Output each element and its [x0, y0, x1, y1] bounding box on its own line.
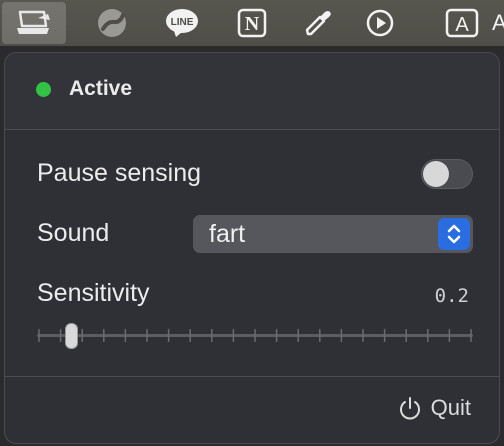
- trend-icon[interactable]: [88, 0, 136, 46]
- quit-button[interactable]: Quit: [397, 395, 471, 421]
- status-popover: Active Pause sensing Sound fart Sensitiv…: [4, 52, 500, 444]
- sensitivity-slider[interactable]: [37, 321, 473, 351]
- menubar-trailing-item[interactable]: A: [492, 0, 504, 46]
- notion-icon[interactable]: N: [228, 0, 276, 46]
- menubar-trailing-text: A: [492, 10, 504, 35]
- sensitivity-value: 0.2: [434, 285, 469, 307]
- quit-label: Quit: [430, 395, 471, 420]
- sound-label: Sound: [37, 219, 110, 247]
- header-divider: [5, 129, 499, 130]
- pause-sensing-toggle[interactable]: [421, 159, 473, 189]
- popover-header: Active: [5, 53, 499, 129]
- notion-icon-label: N: [245, 13, 260, 35]
- line-icon[interactable]: LINE: [158, 0, 206, 46]
- line-icon-label: LINE: [171, 17, 194, 28]
- input-source-label: A: [455, 14, 469, 36]
- power-icon: [399, 397, 420, 420]
- sensitivity-label: Sensitivity: [37, 279, 150, 307]
- sound-select-value: fart: [209, 220, 246, 248]
- input-source-icon[interactable]: A: [438, 0, 486, 46]
- footer-divider: [5, 376, 499, 377]
- select-chevrons-icon: [438, 218, 470, 250]
- slider-ticks: [38, 329, 472, 342]
- eyedropper-icon[interactable]: [294, 0, 342, 46]
- menu-bar: LINE N A A: [0, 0, 504, 46]
- toggle-knob: [423, 161, 449, 187]
- sound-select[interactable]: fart: [193, 215, 473, 253]
- status-label: Active: [69, 77, 133, 100]
- status-indicator-dot: [36, 82, 51, 97]
- laptop-sensor-icon[interactable]: [2, 2, 66, 44]
- slider-thumb[interactable]: [65, 323, 79, 349]
- play-icon[interactable]: [356, 0, 404, 46]
- pause-sensing-label: Pause sensing: [37, 159, 202, 187]
